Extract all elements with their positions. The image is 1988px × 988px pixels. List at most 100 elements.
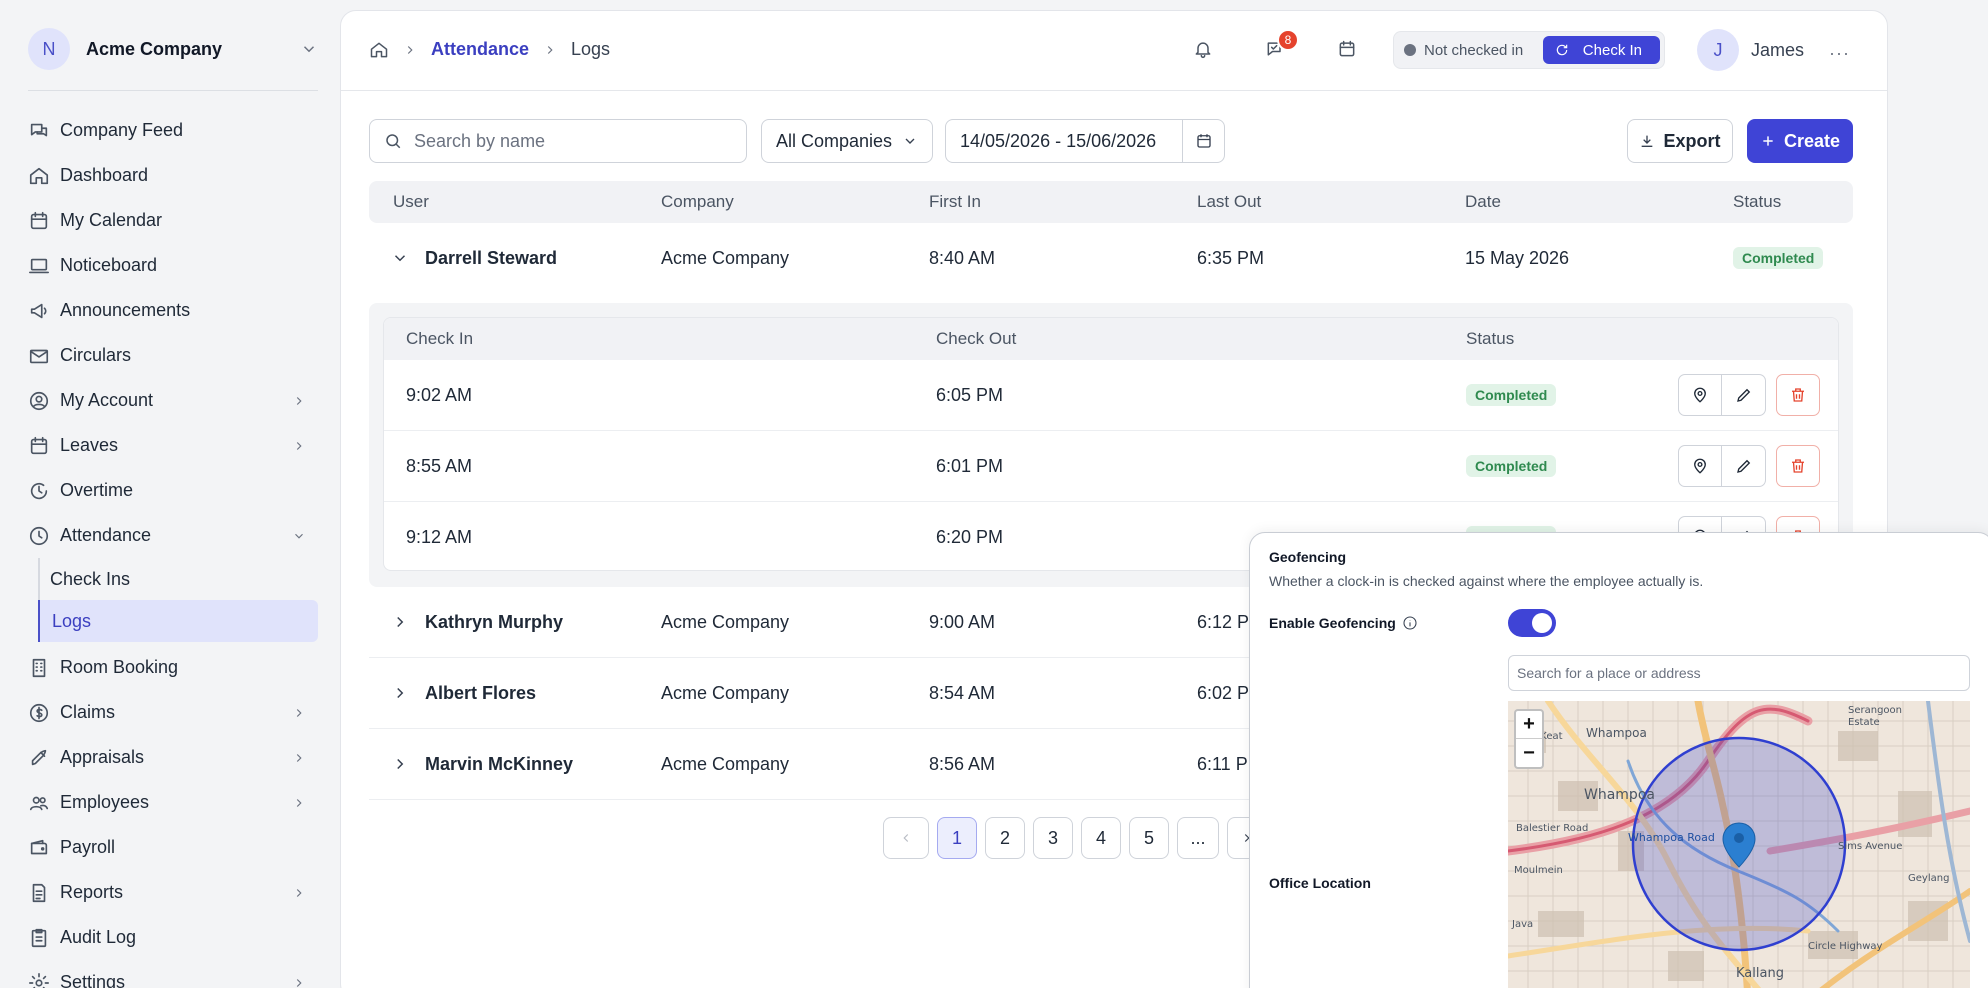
company-name: Acme Company: [86, 38, 223, 59]
tasks-button[interactable]: 8: [1265, 29, 1299, 59]
sidebar-item-reports[interactable]: Reports: [28, 870, 318, 915]
chevron-right-icon: [296, 978, 302, 987]
chevron-right-icon: [296, 708, 302, 717]
geofencing-toggle[interactable]: [1508, 609, 1556, 637]
page-button-2[interactable]: 2: [985, 817, 1025, 859]
sidebar-item-noticeboard[interactable]: Noticeboard: [28, 243, 318, 288]
sidebar-item-room-booking[interactable]: Room Booking: [28, 645, 318, 690]
calendar-button[interactable]: [1337, 39, 1357, 59]
user-name: Darrell Steward: [425, 248, 558, 268]
sidebar-item-logs[interactable]: Logs: [38, 600, 318, 642]
map-label-geylang: Geylang: [1908, 873, 1949, 884]
zoom-out-button[interactable]: −: [1516, 739, 1542, 767]
map-label-circle-highway: Circle Highway: [1808, 941, 1883, 952]
edit-button[interactable]: [1722, 445, 1766, 487]
notifications-button[interactable]: [1193, 39, 1213, 59]
delete-button[interactable]: [1776, 445, 1820, 487]
breadcrumb-attendance-link[interactable]: Attendance: [431, 39, 529, 60]
location-button[interactable]: [1678, 445, 1722, 487]
search-input[interactable]: [414, 130, 714, 152]
date-range-picker[interactable]: 14/05/2026 - 15/06/2026: [945, 119, 1225, 163]
status-badge: Completed: [1466, 455, 1557, 477]
location-button[interactable]: [1678, 374, 1722, 416]
sidebar-item-label: Dashboard: [60, 165, 149, 185]
sidebar-item-attendance[interactable]: Attendance: [28, 513, 318, 558]
home-icon[interactable]: [369, 40, 389, 60]
company-select[interactable]: All Companies: [761, 119, 933, 163]
map-label-estate: Estate: [1848, 717, 1880, 728]
sidebar-item-announcements[interactable]: Announcements: [28, 288, 318, 333]
sidebar-item-audit-log[interactable]: Audit Log: [28, 915, 318, 960]
column-header-last-out: Last Out: [1197, 192, 1262, 211]
office-location-map[interactable]: Whampoa Whampoa Kallang Serangoon Estate…: [1508, 701, 1970, 988]
sidebar-item-label: Announcements: [60, 300, 191, 320]
chevron-right-icon: [547, 45, 553, 54]
table-row[interactable]: Darrell Steward Acme Company 8:40 AM 6:3…: [369, 223, 1853, 294]
chevron-down-icon: [295, 533, 303, 539]
clock-icon: [29, 526, 49, 545]
check-out-cell: 6:05 PM: [936, 385, 1004, 405]
avatar: J: [1697, 29, 1739, 71]
sidebar-item-check-ins[interactable]: Check Ins: [38, 558, 318, 600]
detail-row: 8:55 AM 6:01 PM Completed: [384, 431, 1838, 502]
check-out-cell: 6:01 PM: [936, 456, 1004, 476]
create-button[interactable]: Create: [1747, 119, 1853, 163]
sidebar-item-settings[interactable]: Settings: [28, 960, 318, 988]
sidebar-item-my-account[interactable]: My Account: [28, 378, 318, 423]
date-picker-button[interactable]: [1182, 120, 1224, 162]
check-in-cell: 9:02 AM: [406, 385, 473, 405]
map-label-balestier: Balestier Road: [1516, 823, 1588, 834]
edit-button[interactable]: [1722, 374, 1766, 416]
zoom-in-button[interactable]: +: [1516, 711, 1542, 739]
sidebar-item-circulars[interactable]: Circulars: [28, 333, 318, 378]
sidebar-item-appraisals[interactable]: Appraisals: [28, 735, 318, 780]
chevron-right-icon[interactable]: [391, 684, 409, 702]
map-label-java: Java: [1511, 919, 1533, 930]
company-select-value: All Companies: [776, 130, 893, 151]
prev-page-button[interactable]: [883, 817, 929, 859]
sidebar-item-leaves[interactable]: Leaves: [28, 423, 318, 468]
sidebar-item-employees[interactable]: Employees: [28, 780, 318, 825]
column-header-company: Company: [661, 192, 734, 211]
sidebar-item-company-feed[interactable]: Company Feed: [28, 108, 318, 153]
sidebar-item-label: Employees: [60, 792, 150, 812]
sidebar-item-overtime[interactable]: Overtime: [28, 468, 318, 513]
place-search-input[interactable]: [1508, 655, 1970, 691]
map-label-whampoa: Whampoa: [1586, 726, 1647, 740]
sidebar-item-claims[interactable]: Claims: [28, 690, 318, 735]
export-button[interactable]: Export: [1627, 119, 1733, 163]
rocket-icon: [31, 749, 47, 765]
sidebar-item-label: Claims: [60, 702, 116, 722]
chevron-down-icon[interactable]: [391, 249, 409, 267]
sidebar: N Acme Company Company Feed Dashboard My…: [0, 0, 340, 988]
chevron-right-icon[interactable]: [391, 755, 409, 773]
page-button-5[interactable]: 5: [1129, 817, 1169, 859]
sidebar-item-dashboard[interactable]: Dashboard: [28, 153, 318, 198]
page-button-3[interactable]: 3: [1033, 817, 1073, 859]
page-button-1[interactable]: 1: [937, 817, 977, 859]
sidebar-item-my-calendar[interactable]: My Calendar: [28, 198, 318, 243]
page-button-4[interactable]: 4: [1081, 817, 1121, 859]
chevron-right-icon: [296, 753, 302, 762]
sidebar-item-label: My Calendar: [60, 210, 163, 230]
sidebar-item-label: Settings: [60, 972, 126, 988]
delete-button[interactable]: [1776, 374, 1820, 416]
map-label-moulmein: Moulmein: [1514, 865, 1563, 876]
detail-row: 9:02 AM 6:05 PM Completed: [384, 360, 1838, 431]
more-menu-button[interactable]: ···: [1829, 43, 1850, 64]
company-switcher[interactable]: N Acme Company: [28, 26, 318, 72]
chevron-right-icon[interactable]: [391, 613, 409, 631]
enable-geofencing-label: Enable Geofencing: [1269, 615, 1418, 631]
geofencing-panel: Geofencing Whether a clock-in is checked…: [1249, 532, 1988, 988]
user-menu[interactable]: J James: [1697, 29, 1804, 71]
check-in-button[interactable]: Check In: [1542, 36, 1660, 64]
export-label: Export: [1663, 130, 1721, 151]
chevron-right-icon: [407, 45, 413, 54]
gear-icon: [29, 972, 49, 988]
info-icon[interactable]: [1402, 615, 1418, 631]
sidebar-item-payroll[interactable]: Payroll: [28, 825, 318, 870]
column-header-user: User: [393, 192, 429, 211]
chevron-right-icon: [296, 396, 302, 405]
filter-bar: All Companies 14/05/2026 - 15/06/2026 Ex…: [369, 119, 1861, 163]
first-in-cell: 8:56 AM: [929, 754, 996, 774]
